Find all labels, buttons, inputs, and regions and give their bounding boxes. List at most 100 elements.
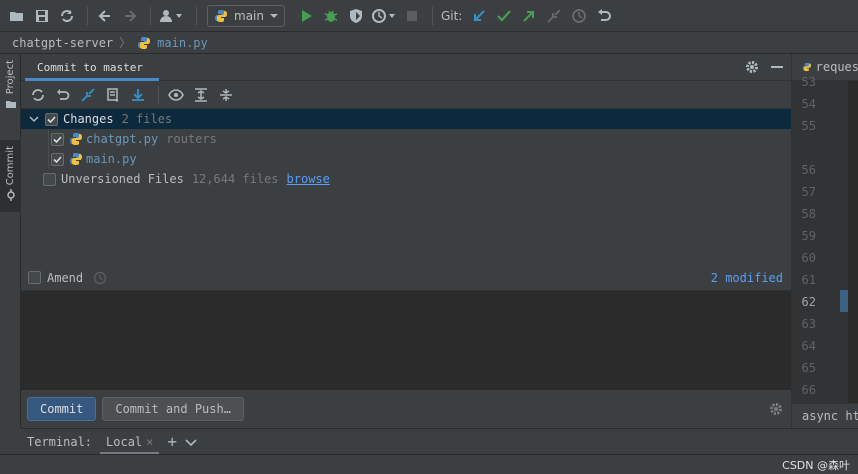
changes-checkbox[interactable]	[45, 112, 58, 126]
line-number: 58	[801, 207, 816, 221]
folder-icon	[5, 101, 16, 109]
file-name: main.py	[86, 152, 137, 166]
watermark-text: CSDN @森叶	[782, 459, 850, 472]
shelve-icon[interactable]	[102, 84, 124, 106]
left-tool-strip: Project Commit	[0, 54, 21, 428]
line-number: 54	[801, 97, 816, 111]
main-toolbar: main Git:	[0, 0, 858, 32]
python-icon	[215, 9, 227, 22]
back-arrow-icon[interactable]	[94, 5, 116, 27]
editor-tab-label: reques	[815, 60, 858, 74]
amend-label[interactable]: Amend	[47, 271, 83, 285]
run-configuration-selector[interactable]: main	[207, 4, 285, 27]
changes-count: 2 files	[121, 112, 173, 126]
line-number: 59	[801, 229, 816, 243]
status-bar: CSDN @森叶	[0, 454, 858, 474]
view-options-eye-icon[interactable]	[165, 84, 187, 106]
commit-actions-toolbar	[21, 81, 791, 109]
unversioned-files-row[interactable]: Unversioned Files 12,644 files browse	[21, 169, 791, 189]
file-checkbox[interactable]	[51, 152, 64, 166]
unversioned-count: 12,644 files	[191, 172, 279, 186]
amend-checkbox[interactable]	[28, 271, 41, 284]
modified-files-link[interactable]: 2 modified	[711, 271, 783, 285]
breadcrumb: chatgpt-server 〉 main.py	[0, 32, 858, 54]
unversioned-checkbox[interactable]	[43, 172, 56, 186]
chevron-down-icon	[269, 13, 278, 18]
terminal-tab-bar: Terminal: Local × +	[21, 428, 858, 455]
git-compare-icon[interactable]	[543, 5, 565, 27]
run-icon[interactable]	[295, 5, 317, 27]
commit-icon	[6, 189, 15, 202]
rollback-icon[interactable]	[52, 84, 74, 106]
sync-icon[interactable]	[56, 5, 78, 27]
settings-gear-icon[interactable]	[745, 60, 759, 77]
git-commit-icon[interactable]	[493, 5, 515, 27]
run-config-label: main	[234, 8, 264, 23]
commit-button[interactable]: Commit	[27, 397, 97, 421]
file-name: chatgpt.py	[86, 132, 159, 146]
line-number-gutter: 53 54 55 56 57 58 59 60 61 62 63 64 65 66	[792, 75, 848, 403]
toolbar-divider	[431, 6, 433, 25]
line-number: 64	[801, 339, 816, 353]
editor-breadcrumb: async ht	[792, 403, 858, 428]
save-icon[interactable]	[31, 5, 53, 27]
collapse-all-icon[interactable]	[215, 84, 237, 106]
line-number: 63	[801, 317, 816, 331]
python-file-icon	[70, 153, 82, 165]
commit-message-input[interactable]	[21, 290, 791, 390]
changed-file-row[interactable]: chatgpt.py routers	[21, 129, 791, 169]
tab-commit-to-master[interactable]: Commit to master	[21, 54, 159, 81]
git-history-icon[interactable]	[568, 5, 590, 27]
project-tab-label: Project	[5, 60, 16, 95]
breadcrumb-project[interactable]: chatgpt-server	[12, 36, 113, 50]
forward-arrow-icon[interactable]	[119, 5, 141, 27]
user-dropdown-icon[interactable]	[157, 5, 187, 27]
git-update-icon[interactable]	[468, 5, 490, 27]
commit-tool-tab[interactable]: Commit	[0, 140, 21, 212]
expand-all-icon[interactable]	[190, 84, 212, 106]
profile-dropdown-icon[interactable]	[370, 5, 398, 27]
line-number: 65	[801, 361, 816, 375]
toolbar-divider	[158, 85, 159, 104]
toolbar-divider	[87, 6, 88, 25]
line-number: 55	[801, 119, 816, 133]
line-number: 60	[801, 251, 816, 265]
add-terminal-icon[interactable]: +	[167, 432, 177, 451]
coverage-icon[interactable]	[345, 5, 367, 27]
git-push-icon[interactable]	[518, 5, 540, 27]
breadcrumb-file[interactable]: main.py	[157, 36, 208, 50]
git-label: Git:	[440, 8, 463, 23]
commit-tool-window: Commit to master Changes 2 files chatgpt…	[21, 54, 791, 428]
browse-link[interactable]: browse	[287, 172, 330, 186]
minimize-icon[interactable]	[771, 66, 783, 68]
project-tool-tab[interactable]: Project	[0, 60, 21, 110]
terminal-label: Terminal:	[27, 434, 93, 449]
commit-and-push-button[interactable]: Commit and Push…	[102, 397, 244, 421]
commit-options-gear-icon[interactable]	[769, 402, 783, 419]
close-icon[interactable]: ×	[146, 435, 153, 449]
history-clock-icon[interactable]	[93, 271, 107, 285]
unversioned-label: Unversioned Files	[61, 172, 184, 186]
line-number: 62	[801, 295, 816, 309]
chevron-down-icon[interactable]	[29, 114, 39, 124]
refresh-icon[interactable]	[27, 84, 49, 106]
commit-buttons-bar: Commit Commit and Push…	[21, 390, 791, 428]
line-number: 66	[801, 383, 816, 397]
python-file-icon	[138, 36, 151, 49]
python-file-icon	[70, 133, 82, 145]
breadcrumb-separator-icon: 〉	[119, 36, 132, 50]
changelist-changes-row[interactable]: Changes 2 files	[21, 109, 791, 129]
change-marker	[840, 290, 848, 312]
debug-icon[interactable]	[320, 5, 342, 27]
commit-tab-label: Commit	[5, 146, 16, 186]
file-checkbox[interactable]	[51, 132, 64, 146]
python-file-icon	[802, 62, 811, 72]
download-icon[interactable]	[127, 84, 149, 106]
changed-file-row[interactable]: main.py	[21, 149, 791, 169]
stop-icon[interactable]	[401, 5, 423, 27]
git-rollback-icon[interactable]	[593, 5, 615, 27]
chevron-down-icon[interactable]	[185, 436, 197, 448]
open-folder-icon[interactable]	[6, 5, 28, 27]
diff-arrows-icon[interactable]	[77, 84, 99, 106]
terminal-tab-local[interactable]: Local ×	[100, 429, 160, 455]
